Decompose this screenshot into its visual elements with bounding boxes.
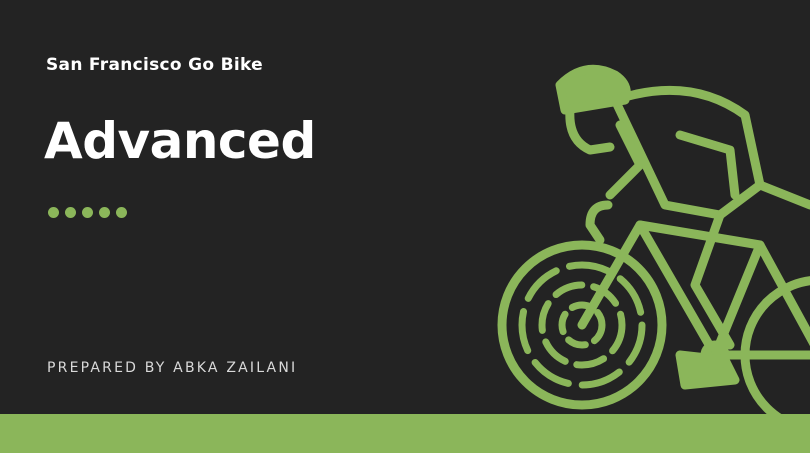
cyclist-icon xyxy=(497,64,810,415)
dot xyxy=(82,207,93,218)
footer-accent-bar xyxy=(0,414,810,453)
prepared-by-text: PREPARED BY ABKA ZAILANI xyxy=(47,360,298,376)
decorative-dots xyxy=(48,207,127,218)
title-slide: San Francisco Go Bike Advanced PREPARED … xyxy=(0,0,810,453)
dot xyxy=(116,207,127,218)
slide-title: Advanced xyxy=(44,112,316,170)
dot xyxy=(99,207,110,218)
dot xyxy=(65,207,76,218)
dot xyxy=(48,207,59,218)
slide-subtitle: San Francisco Go Bike xyxy=(46,55,263,75)
